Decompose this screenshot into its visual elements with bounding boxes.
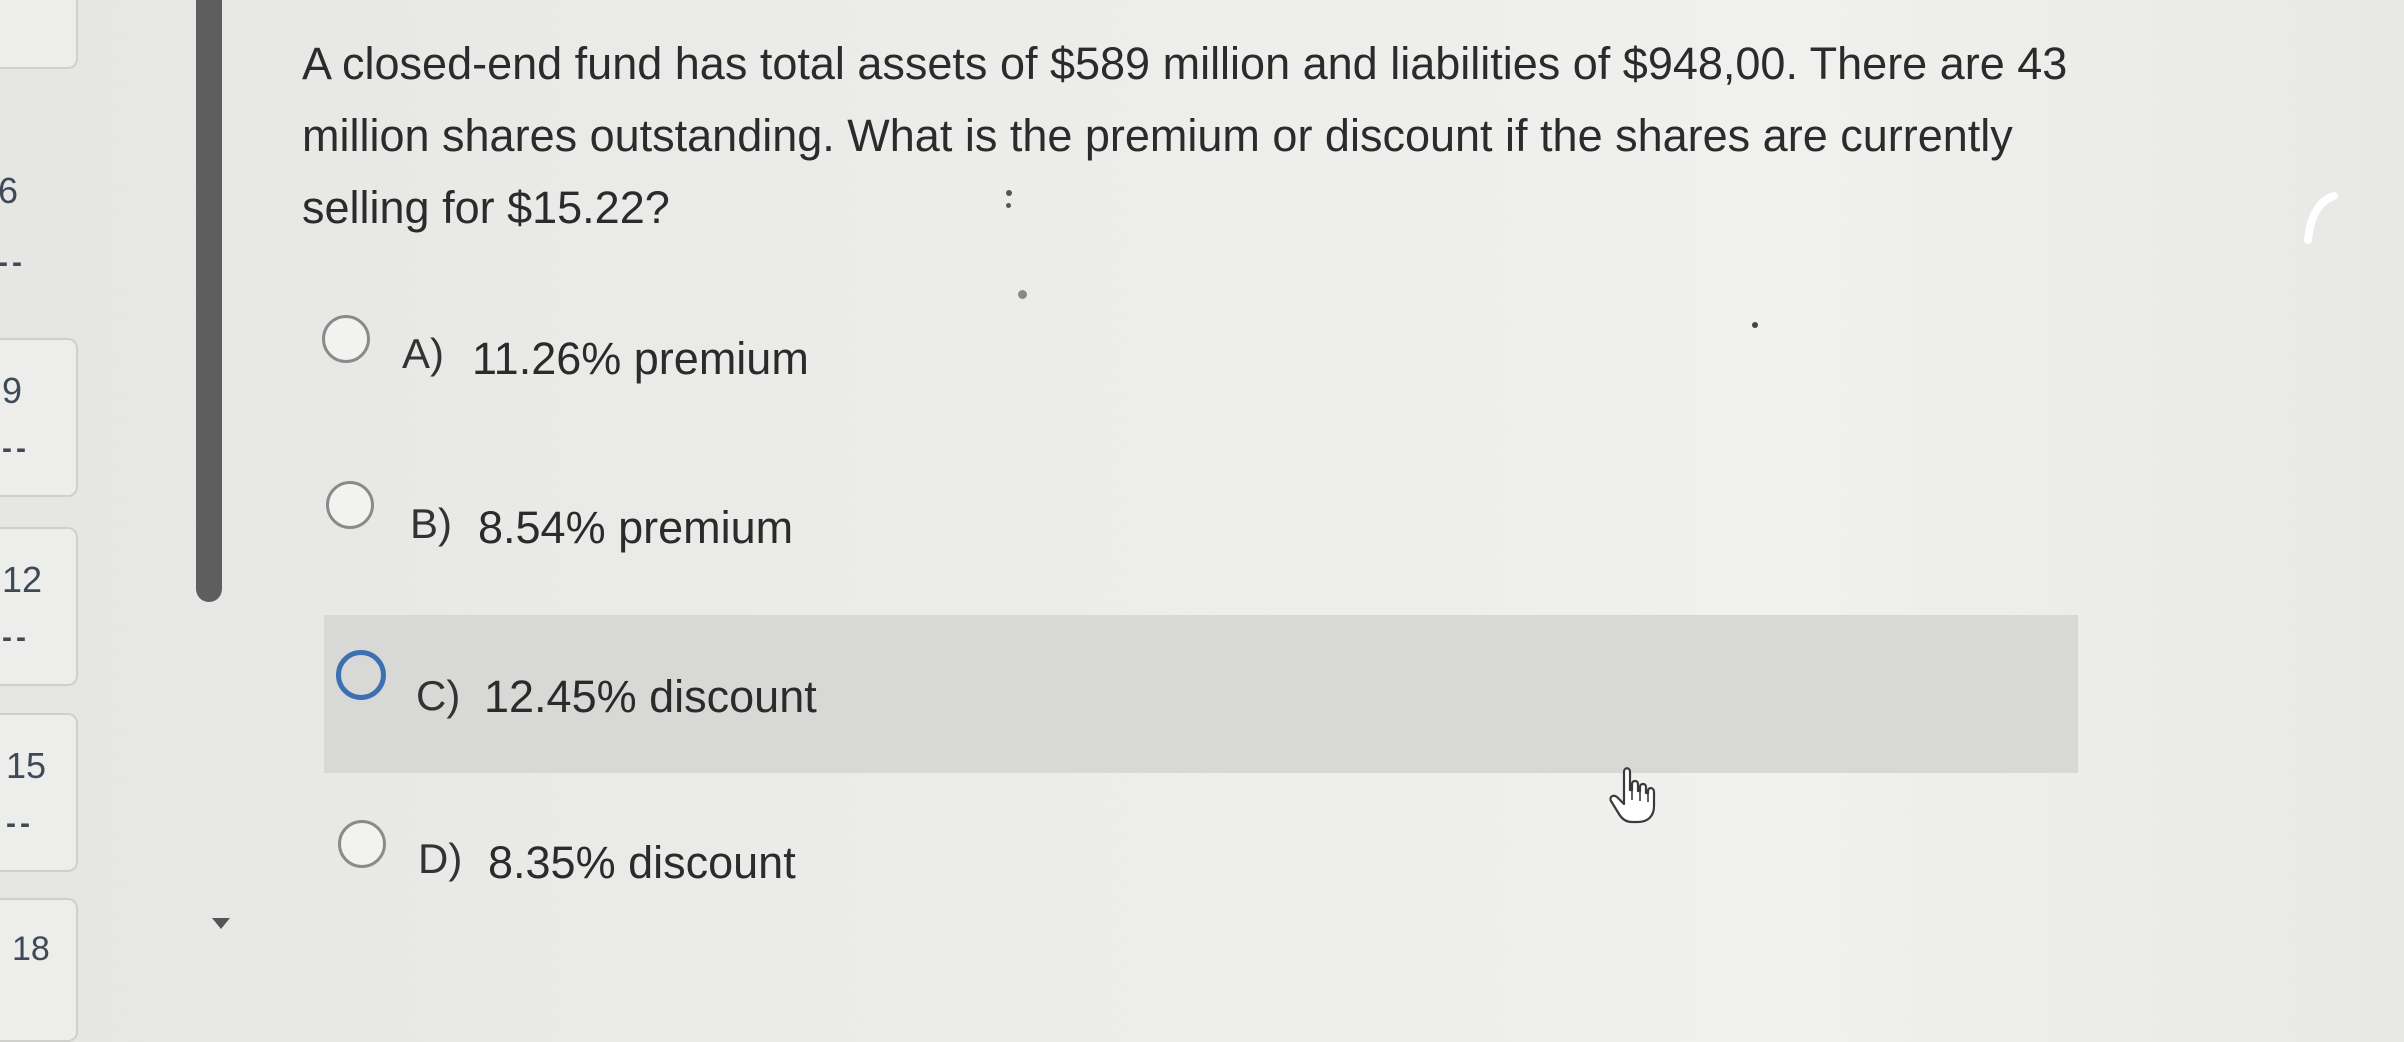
option-label: 8.54% premium: [478, 502, 794, 553]
option-d[interactable]: D) 8.35% discount: [322, 795, 2078, 945]
screen-speck: [1752, 322, 1758, 328]
screen-speck: [1006, 190, 1012, 196]
radio-option-a[interactable]: [322, 315, 370, 363]
scrollbar-thumb[interactable]: [196, 0, 222, 602]
nav-item-number: 18: [12, 930, 50, 968]
option-letter: C): [416, 672, 461, 719]
option-letter: B): [410, 500, 452, 547]
nav-item-number: 15: [6, 745, 47, 786]
nav-item-12[interactable]: 12 --: [0, 527, 78, 686]
option-letter: D): [418, 835, 463, 882]
nav-item-number: 6: [0, 170, 19, 211]
nav-item-number: 9: [2, 370, 23, 411]
option-b[interactable]: B) 8.54% premium: [322, 456, 2078, 606]
scroll-down-arrow-icon[interactable]: [212, 918, 230, 929]
radio-option-d[interactable]: [338, 820, 386, 868]
question-text: A closed-end fund has total assets of $5…: [302, 38, 2068, 233]
option-label: 8.35% discount: [488, 837, 796, 888]
nav-item-status: --: [2, 621, 30, 654]
screen-speck: [1018, 290, 1027, 299]
hand-pointer-icon: [1609, 767, 1656, 824]
option-letter: A): [402, 330, 444, 377]
nav-item-9[interactable]: 9 --: [0, 338, 78, 497]
radio-option-c[interactable]: [336, 650, 386, 700]
nav-item-status: --: [6, 807, 34, 840]
nav-item-status: --: [0, 246, 26, 279]
radio-option-b[interactable]: [326, 481, 374, 529]
nav-item-number: 12: [2, 559, 43, 600]
question-navigator: 6 -- 9 -- 12 -- 15 -- 18: [0, 0, 90, 1042]
option-label: 12.45% discount: [484, 671, 817, 722]
option-c[interactable]: C) 12.45% discount: [324, 615, 2078, 773]
nav-item-prev[interactable]: [0, 0, 78, 69]
nav-item-6[interactable]: 6 --: [0, 110, 74, 279]
nav-item-15[interactable]: 15 --: [0, 713, 78, 872]
option-a[interactable]: A) 11.26% premium: [322, 290, 2078, 440]
glare-mark: [2304, 192, 2338, 244]
option-label: 11.26% premium: [472, 333, 809, 384]
nav-item-status: --: [2, 432, 30, 465]
nav-item-18[interactable]: 18: [0, 898, 78, 1042]
screen-speck: [1006, 203, 1011, 208]
